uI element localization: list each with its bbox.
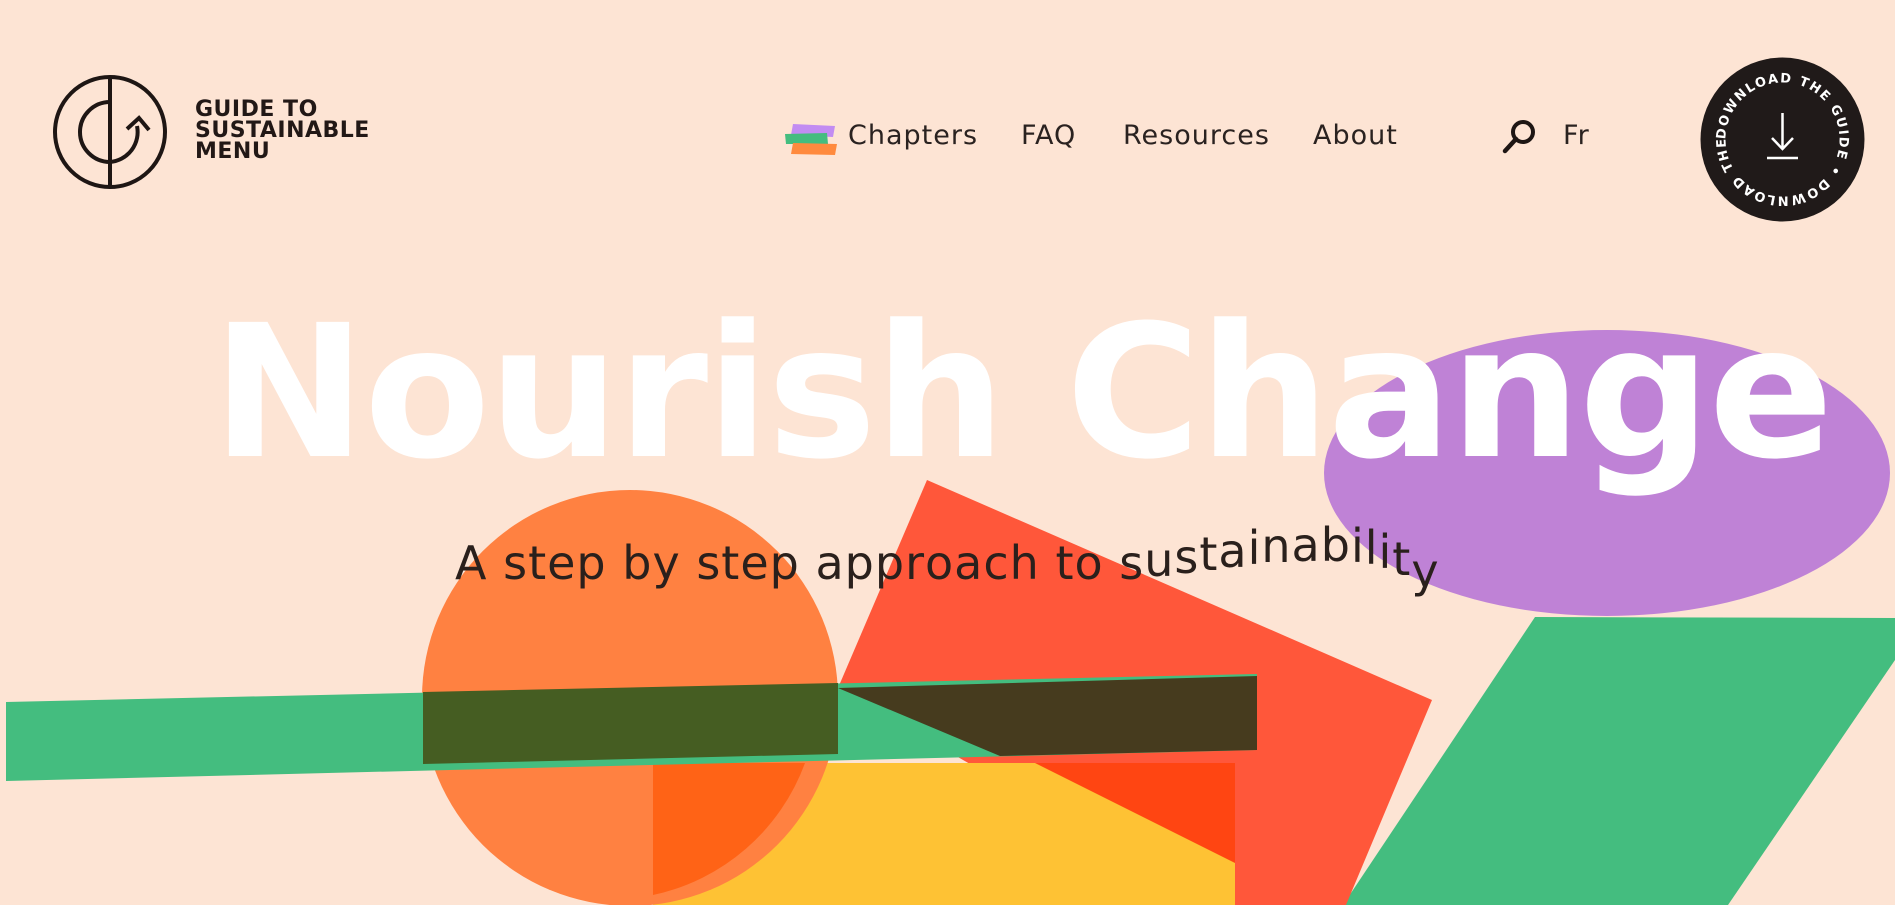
subtitle-char: e	[740, 536, 770, 590]
subtitle-char	[800, 536, 816, 590]
language-switch-link[interactable]: Fr	[1563, 120, 1590, 151]
circle-bar-overlap-shape	[423, 683, 838, 764]
subtitle-char	[681, 536, 697, 590]
subtitle-char: a	[815, 536, 845, 590]
subtitle-char: t	[528, 536, 548, 590]
download-guide-button[interactable]: DOWNLOAD THE GUIDE • DOWNLOAD THE GUIDE …	[1700, 57, 1865, 222]
subtitle-char: t	[721, 536, 741, 590]
hero-headline: Nourish Change	[212, 286, 1833, 500]
subtitle-char: s	[1119, 536, 1145, 590]
subtitle-char: s	[1174, 530, 1200, 584]
subtitle-char: p	[874, 536, 906, 590]
brand-line-3: MENU	[195, 139, 271, 164]
subtitle-char: u	[1144, 533, 1175, 587]
subtitle-char: s	[503, 536, 529, 590]
subtitle-char: y	[652, 536, 681, 590]
subtitle-char: o	[925, 536, 955, 590]
subtitle-char: l	[1364, 521, 1379, 575]
subtitle-char: i	[1247, 521, 1262, 575]
subtitle-char: r	[905, 536, 925, 590]
brand-wordmark[interactable]: GUIDE TO SUSTAINABLE MENU	[195, 97, 370, 164]
chapters-stack-icon	[785, 124, 837, 155]
subtitle-char: e	[547, 536, 577, 590]
brand-logo-icon[interactable]	[52, 74, 172, 194]
subtitle-char: i	[1378, 525, 1393, 579]
subtitle-char: b	[622, 536, 653, 590]
subtitle-char: a	[1291, 518, 1321, 572]
subtitle-char: n	[1261, 519, 1292, 573]
brand-line-1: GUIDE TO	[195, 97, 318, 122]
subtitle-char: s	[696, 536, 722, 590]
subtitle-char	[607, 536, 623, 590]
nav-faq-link[interactable]: FAQ	[1021, 120, 1076, 151]
subtitle-char: p	[769, 536, 800, 590]
subtitle-char: a	[954, 536, 984, 590]
subtitle-char	[487, 536, 503, 590]
subtitle-char: a	[1218, 524, 1248, 578]
subtitle-char: y	[1411, 544, 1440, 598]
subtitle-char: o	[1074, 536, 1104, 590]
subtitle-char: t	[1199, 527, 1219, 581]
subtitle-char: p	[576, 536, 607, 590]
nav-chapters-link[interactable]: Chapters	[848, 120, 978, 151]
subtitle-char: t	[1392, 532, 1412, 586]
search-icon[interactable]	[1502, 118, 1538, 154]
brand-line-2: SUSTAINABLE	[195, 118, 370, 143]
subtitle-char: p	[844, 536, 875, 590]
nav-about-link[interactable]: About	[1313, 120, 1398, 151]
subtitle-char: i	[1350, 519, 1365, 573]
subtitle-char: c	[983, 536, 1010, 590]
nav-resources-link[interactable]: Resources	[1123, 120, 1270, 151]
subtitle-char	[1104, 536, 1120, 590]
subtitle-char: h	[1009, 536, 1040, 590]
subtitle-char: A	[455, 536, 488, 590]
subtitle-char	[1040, 536, 1056, 590]
hero-subtitle: A step by step approach to sustainabilit…	[455, 518, 1440, 598]
green-parallelogram-shape	[1343, 617, 1895, 905]
subtitle-char: t	[1055, 536, 1075, 590]
subtitle-char: b	[1320, 518, 1351, 572]
